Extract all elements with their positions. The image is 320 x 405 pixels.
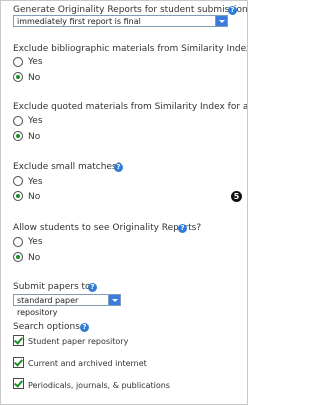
exclude-small-help-icon[interactable]: ? [114,163,123,172]
allow-students-no-label: No [28,253,41,263]
allow-students-help-icon[interactable]: ? [178,224,187,233]
allow-students-yes-radio[interactable] [13,237,23,247]
exclude-quoted-yes-label: Yes [28,116,43,126]
exclude-bib-yes-label: Yes [28,57,43,67]
exclude-bib-yes-radio[interactable] [13,57,23,67]
search-options-title: Search options: [13,322,83,332]
submit-papers-question: Submit papers to: [13,282,94,292]
student-paper-repository-label: Student paper repository [28,337,129,346]
periodicals-checkbox[interactable] [13,378,24,389]
reports-select-value: immediately first report is final [17,17,141,26]
exclude-quoted-question: Exclude quoted materials from Similarity… [13,102,248,112]
annotation-number-badge: 5 [231,191,242,202]
exclude-bib-question: Exclude bibliographic materials from Sim… [13,44,247,54]
student-paper-repository-checkbox[interactable] [13,335,24,346]
periodicals-label: Periodicals, journals, & publications [28,381,170,390]
reports-help-icon[interactable]: ? [228,6,237,15]
exclude-bib-no-label: No [28,73,41,83]
exclude-small-yes-radio[interactable] [13,176,23,186]
reports-question: Generate Originality Reports for student… [13,5,248,15]
submit-papers-help-icon[interactable]: ? [88,283,97,292]
exclude-small-yes-label: Yes [28,177,43,187]
submit-papers-select-value: standard paper repository [17,296,79,317]
allow-students-yes-label: Yes [28,237,43,247]
reports-select[interactable]: immediately first report is final [13,15,228,27]
chevron-down-icon [215,16,227,26]
exclude-small-no-label: No [28,192,41,202]
chevron-down-icon [108,295,120,305]
exclude-quoted-no-label: No [28,132,41,142]
exclude-small-no-radio[interactable] [13,191,23,201]
internet-checkbox[interactable] [13,357,24,368]
allow-students-question: Allow students to see Originality Report… [13,223,202,233]
assignment-settings-panel: Generate Originality Reports for student… [0,0,248,405]
exclude-quoted-yes-radio[interactable] [13,116,23,126]
exclude-quoted-no-radio[interactable] [13,131,23,141]
internet-label: Current and archived internet [28,359,147,368]
exclude-small-question: Exclude small matches? [13,162,122,172]
search-options-help-icon[interactable]: ? [80,323,89,332]
allow-students-no-radio[interactable] [13,252,23,262]
exclude-bib-no-radio[interactable] [13,72,23,82]
submit-papers-select[interactable]: standard paper repository [13,294,121,317]
